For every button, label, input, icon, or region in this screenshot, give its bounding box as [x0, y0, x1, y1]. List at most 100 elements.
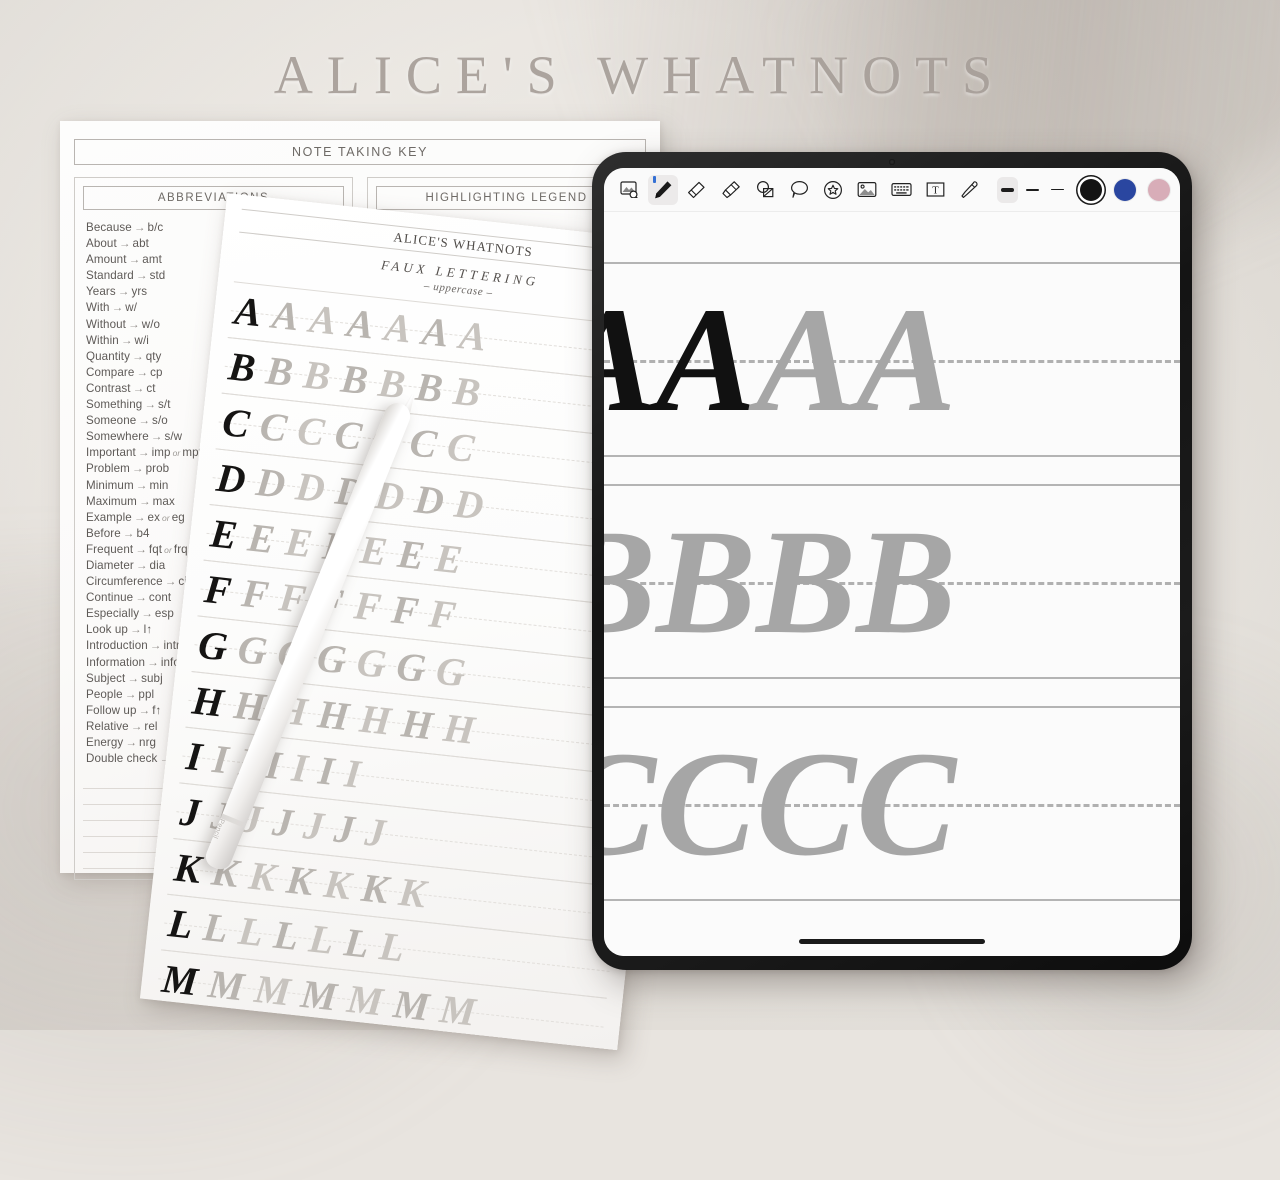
practice-trace-letter: C [257, 402, 290, 451]
stroke-width-thick[interactable] [996, 176, 1018, 203]
practice-trace-letter: M [206, 960, 247, 1009]
practice-trace-letter: A [269, 291, 302, 339]
practice-trace-letter: H [441, 704, 478, 753]
canvas-letter-tmpl: B [856, 498, 957, 665]
text-icon[interactable]: T [920, 175, 950, 205]
practice-trace-letter: A [344, 299, 377, 348]
practice-trace-letter: M [437, 985, 478, 1035]
practice-trace-letter: A [457, 311, 489, 360]
practice-trace-letter: C [407, 418, 440, 467]
practice-trace-letter: H [399, 699, 436, 748]
practice-trace-letter: A [307, 295, 339, 343]
practice-exemplar-letter: E [208, 509, 240, 558]
practice-trace-letter: K [321, 860, 354, 908]
practice-exemplar-letter: G [196, 621, 230, 670]
color-swatch-pink[interactable] [1148, 178, 1170, 201]
practice-trace-letter: L [236, 907, 266, 955]
practice-trace-letter: M [298, 970, 340, 1019]
practice-trace-letter: F [239, 569, 272, 618]
drawing-toolbar: T [604, 168, 1180, 212]
practice-trace-letter: C [295, 406, 327, 455]
practice-trace-letter: D [293, 462, 328, 511]
practice-trace-letter: B [451, 367, 483, 415]
tablet-device: T AAAABBBBCCCC [592, 152, 1192, 970]
canvas-letter-tmpl: C [604, 729, 656, 879]
practice-trace-letter: D [253, 458, 288, 507]
color-swatch-black[interactable] [1080, 178, 1102, 201]
practice-trace-letter: K [359, 864, 391, 912]
practice-trace-letter: M [345, 975, 386, 1024]
pen-active-badge [653, 175, 656, 183]
stroke-width-medium[interactable] [1022, 177, 1043, 203]
practice-trace-letter: C [332, 410, 365, 459]
home-indicator[interactable] [799, 939, 985, 944]
practice-trace-letter: J [301, 801, 327, 849]
pen-icon[interactable] [648, 174, 678, 205]
image-icon[interactable] [852, 175, 882, 205]
practice-trace-letter: F [426, 589, 459, 638]
practice-trace-letter: M [252, 965, 293, 1014]
practice-trace-letter: L [377, 922, 407, 970]
practice-trace-letter: B [263, 346, 296, 395]
practice-trace-letter: F [389, 585, 421, 634]
canvas-letter-ink: A [604, 285, 656, 435]
practice-trace-letter: E [395, 530, 427, 578]
practice-trace-letter: G [235, 625, 270, 674]
practice-trace-letter: G [354, 638, 389, 687]
practice-trace-letter: E [245, 513, 278, 562]
practice-exemplar-letter: A [232, 287, 264, 335]
canvas-letter-tmpl: A [756, 276, 857, 443]
color-swatch-blue[interactable] [1114, 178, 1136, 201]
practice-trace-letter: D [452, 480, 486, 528]
canvas-practice-row[interactable]: CCCC [604, 706, 1180, 901]
canvas-letter-tmpl: B [656, 498, 757, 665]
practice-trace-letter: A [419, 307, 452, 356]
practice-trace-letter: L [306, 914, 336, 963]
sticker-icon[interactable] [818, 175, 848, 205]
practice-exemplar-letter: B [226, 342, 258, 391]
highlighter-icon[interactable] [716, 175, 746, 205]
practice-trace-letter: I [342, 749, 363, 797]
selection-icon[interactable] [750, 175, 780, 205]
note-key-banner: NOTE TAKING KEY [74, 139, 646, 165]
practice-trace-letter: K [396, 868, 429, 916]
canvas-letter-tmpl: C [856, 720, 957, 887]
canvas-letter-tmpl: C [656, 720, 757, 887]
practice-exemplar-letter: M [159, 955, 201, 1004]
drawing-canvas[interactable]: AAAABBBBCCCC [604, 212, 1180, 956]
practice-trace-letter: B [338, 355, 371, 403]
keyboard-icon[interactable] [886, 175, 916, 205]
gallery-adjust-icon[interactable] [614, 175, 644, 205]
practice-trace-letter: B [301, 351, 333, 399]
practice-trace-letter: K [246, 852, 279, 900]
practice-exemplar-letter: J [178, 788, 203, 836]
practice-exemplar-letter: L [165, 899, 196, 947]
practice-exemplar-letter: D [214, 454, 248, 503]
canvas-letter-tmpl: B [756, 498, 857, 665]
stroke-width-thin[interactable] [1047, 177, 1068, 203]
practice-trace-letter: L [342, 918, 372, 967]
practice-trace-letter: G [394, 642, 429, 691]
practice-trace-letter: H [315, 690, 352, 739]
canvas-letter-tmpl: B [604, 507, 656, 657]
page-title: ALICE'S WHATNOTS [273, 45, 1007, 105]
practice-trace-letter: F [352, 581, 384, 630]
practice-trace-letter: L [201, 903, 231, 951]
tablet-screen: T AAAABBBBCCCC [604, 168, 1180, 956]
canvas-practice-row[interactable]: BBBB [604, 484, 1180, 679]
canvas-letter-ink: A [656, 276, 757, 443]
practice-trace-letter: A [382, 303, 414, 352]
practice-trace-letter: M [391, 980, 432, 1029]
practice-exemplar-letter: F [202, 565, 234, 614]
practice-trace-letter: J [270, 798, 296, 846]
canvas-letter-tmpl: C [756, 720, 857, 887]
front-camera-icon [889, 159, 895, 165]
practice-trace-letter: E [283, 518, 315, 566]
practice-trace-letter: K [284, 856, 316, 904]
eyedropper-icon[interactable] [954, 175, 984, 205]
canvas-practice-row[interactable]: AAAA [604, 262, 1180, 457]
practice-exemplar-letter: C [220, 398, 252, 447]
eraser-icon[interactable] [682, 175, 712, 205]
lasso-icon[interactable] [784, 175, 814, 205]
practice-trace-letter: J [362, 808, 388, 856]
